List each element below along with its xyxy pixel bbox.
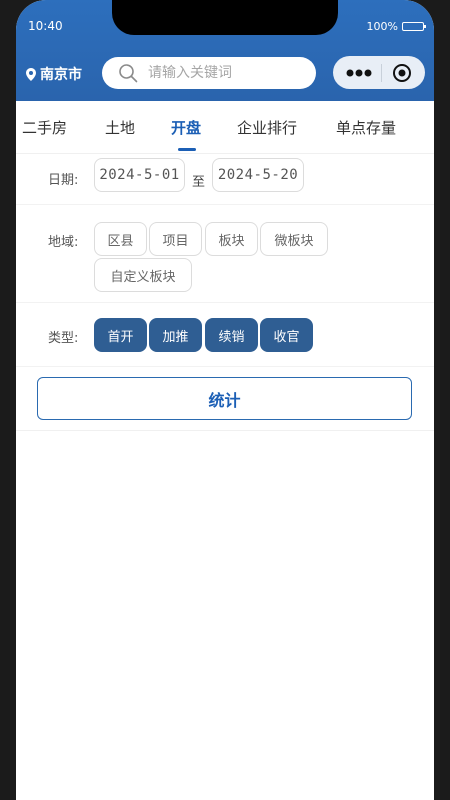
type-label: 类型: [48, 331, 79, 346]
region-chip-micro-block[interactable]: 微板块 [260, 222, 328, 256]
search-bar[interactable] [102, 57, 316, 89]
tab-opening[interactable]: 开盘 [171, 117, 201, 138]
capsule-divider [381, 63, 383, 82]
date-label: 日期: [48, 173, 79, 188]
region-filter-row: 地域: 区县 项目 板块 微板块 自定义板块 [16, 205, 434, 303]
phone-screen: 10:40 100% 南京市 请输入关键词 二手房 土地 开盘 企业排行 单点存… [16, 0, 434, 800]
region-chip-project[interactable]: 项目 [149, 222, 202, 256]
type-chip-closing[interactable]: 收官 [260, 318, 313, 352]
search-input[interactable] [146, 64, 310, 82]
tab-company-ranking[interactable]: 企业排行 [237, 117, 297, 138]
search-icon [119, 64, 138, 83]
tab-inventory[interactable]: 单点存量 [336, 117, 396, 138]
statistics-button[interactable]: 统计 [37, 377, 412, 420]
tab-second-hand[interactable]: 二手房 [22, 117, 67, 138]
region-label: 地域: [48, 235, 79, 250]
close-miniapp-icon[interactable] [392, 63, 412, 83]
date-separator: 至 [192, 175, 206, 190]
battery-status: 100% [366, 20, 426, 33]
section-divider [16, 430, 434, 431]
end-date-picker[interactable]: 2024-5-20 [212, 158, 304, 192]
region-chip-block[interactable]: 板块 [205, 222, 258, 256]
start-date-picker[interactable]: 2024-5-01 [94, 158, 185, 192]
region-chip-district[interactable]: 区县 [94, 222, 147, 256]
region-chip-custom-block[interactable]: 自定义板块 [94, 258, 192, 292]
device-notch [112, 0, 338, 35]
location-selector[interactable]: 南京市 [26, 64, 82, 84]
type-filter-row: 类型: 首开 加推 续销 收官 [16, 303, 434, 367]
location-pin-icon [26, 67, 36, 81]
type-chip-additional[interactable]: 加推 [149, 318, 202, 352]
miniapp-capsule [333, 56, 425, 89]
more-options-icon[interactable] [346, 69, 372, 77]
active-tab-indicator [178, 148, 196, 151]
type-chip-first-open[interactable]: 首开 [94, 318, 147, 352]
app-header: 10:40 100% 南京市 [16, 0, 434, 101]
date-filter-row: 日期: 2024-5-01 至 2024-5-20 [16, 153, 434, 205]
tab-land[interactable]: 土地 [105, 117, 135, 138]
category-tabs: 二手房 土地 开盘 企业排行 单点存量 [16, 101, 434, 154]
battery-percent: 100% [366, 20, 398, 33]
type-chip-continued-sales[interactable]: 续销 [205, 318, 258, 352]
battery-icon [402, 22, 426, 31]
status-time: 10:40 [28, 19, 63, 33]
city-name: 南京市 [40, 67, 82, 83]
